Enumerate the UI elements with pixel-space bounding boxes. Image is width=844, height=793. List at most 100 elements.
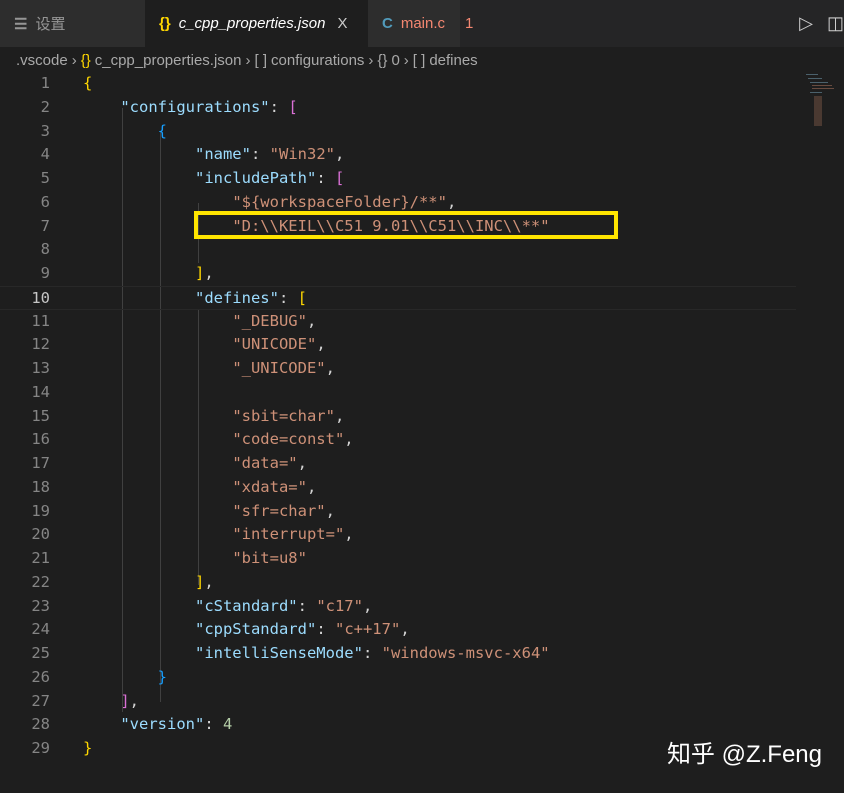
run-icon[interactable]: ▷ xyxy=(799,13,813,34)
code-line[interactable]: 9 ], xyxy=(0,262,796,286)
code-line[interactable]: 12 "UNICODE", xyxy=(0,333,796,357)
code-line[interactable]: 20 "interrupt=", xyxy=(0,523,796,547)
object-icon: {} xyxy=(377,51,388,69)
line-number: 11 xyxy=(31,311,50,330)
code-line[interactable]: 11 "_DEBUG", xyxy=(0,310,796,334)
line-number: 27 xyxy=(31,691,50,710)
code-token: , xyxy=(204,264,214,282)
line-number: 3 xyxy=(40,121,50,140)
code-line[interactable]: 8 xyxy=(0,238,796,262)
code-token: , xyxy=(344,525,354,544)
breadcrumb-configurations[interactable]: configurations xyxy=(271,52,364,69)
editor-actions: ▷ ◫ xyxy=(799,0,844,47)
code-token: : xyxy=(362,644,382,662)
line-number: 19 xyxy=(31,501,50,520)
line-number: 23 xyxy=(31,596,50,615)
code-line[interactable]: 25 "intelliSenseMode": "windows-msvc-x64… xyxy=(0,642,796,666)
line-number: 9 xyxy=(40,264,50,282)
code-token: [ xyxy=(334,169,345,187)
code-line[interactable]: 2 "configurations": [ xyxy=(0,96,796,120)
line-number: 25 xyxy=(31,644,50,662)
json-braces-icon: {} xyxy=(159,15,171,32)
code-token: ] xyxy=(120,691,130,710)
code-text: "bit=u8" xyxy=(83,547,307,571)
code-line[interactable]: 17 "data=", xyxy=(0,452,796,476)
code-line[interactable]: 13 "_UNICODE", xyxy=(0,357,796,381)
split-editor-icon[interactable]: ◫ xyxy=(827,13,844,34)
line-number: 5 xyxy=(40,169,50,187)
code-line[interactable]: 4 "name": "Win32", xyxy=(0,143,796,167)
code-line[interactable]: 1{ xyxy=(0,72,796,96)
code-token: , xyxy=(325,501,335,520)
code-token: ] xyxy=(194,264,205,282)
code-text: ], xyxy=(83,262,214,286)
code-line[interactable]: 21 "bit=u8" xyxy=(0,547,796,571)
c-file-icon: C xyxy=(382,15,393,32)
code-token: : xyxy=(316,620,335,639)
code-token: , xyxy=(316,335,326,354)
tab-main-c[interactable]: C main.c 1 xyxy=(368,0,473,47)
code-line[interactable]: 18 "xdata=", xyxy=(0,476,796,500)
line-number: 20 xyxy=(31,525,50,544)
code-token: : xyxy=(316,169,335,187)
code-line[interactable]: 22 ], xyxy=(0,571,796,595)
code-text: "version": 4 xyxy=(83,713,232,737)
highlight-box xyxy=(194,211,618,239)
code-line[interactable]: 23 "cStandard": "c17", xyxy=(0,595,796,619)
line-number: 2 xyxy=(40,97,50,116)
code-token: , xyxy=(204,572,214,591)
code-editor[interactable]: 1{2 "configurations": [3 {4 "name": "Win… xyxy=(0,72,844,793)
code-text: "name": "Win32", xyxy=(83,143,344,167)
close-icon[interactable]: X xyxy=(337,15,347,32)
code-token: "cStandard" xyxy=(194,596,298,615)
breadcrumb-defines[interactable]: defines xyxy=(429,52,477,69)
tab-settings[interactable]: ☰ 设置 xyxy=(0,0,145,47)
breadcrumb-vscode[interactable]: .vscode xyxy=(16,52,68,69)
code-line[interactable]: 15 "sbit=char", xyxy=(0,405,796,429)
code-token: "_UNICODE" xyxy=(232,359,326,377)
code-token: 4 xyxy=(223,715,233,734)
code-text: "includePath": [ xyxy=(83,167,344,191)
breadcrumb-file[interactable]: c_cpp_properties.json xyxy=(95,52,242,69)
code-line[interactable]: 14 xyxy=(0,381,796,405)
code-text: "data=", xyxy=(83,452,307,476)
code-line[interactable]: 5 "includePath": [ xyxy=(0,167,796,191)
code-line[interactable]: 19 "sfr=char", xyxy=(0,500,796,524)
code-line[interactable]: 16 "code=const", xyxy=(0,428,796,452)
watermark: 知乎 @Z.Feng xyxy=(666,741,822,768)
code-token: [ xyxy=(297,288,307,307)
code-token: "interrupt=" xyxy=(232,525,345,544)
code-line[interactable]: 10 "defines": [ xyxy=(0,285,796,310)
line-number: 12 xyxy=(31,335,50,354)
code-token: , xyxy=(129,691,140,710)
minimap[interactable] xyxy=(798,72,836,132)
json-braces-icon: {} xyxy=(80,51,91,69)
line-number: 24 xyxy=(31,620,50,639)
code-line[interactable]: 3 { xyxy=(0,120,796,144)
settings-lines-icon: ☰ xyxy=(14,15,28,33)
code-token: , xyxy=(334,406,345,425)
line-number: 10 xyxy=(31,288,50,307)
code-text: ], xyxy=(83,571,214,595)
array-icon: [ ] xyxy=(412,51,426,69)
code-line[interactable]: 27 ], xyxy=(0,690,796,714)
line-number: 4 xyxy=(40,145,50,164)
code-line[interactable]: 24 "cppStandard": "c++17", xyxy=(0,618,796,642)
tab-c-cpp-properties[interactable]: {} c_cpp_properties.json X xyxy=(145,0,368,47)
code-line[interactable]: 26 } xyxy=(0,666,796,690)
code-token: "defines" xyxy=(194,288,279,307)
tab-label: c_cpp_properties.json xyxy=(178,15,326,32)
breadcrumb-0[interactable]: 0 xyxy=(391,52,399,69)
tab-bar: ☰ 设置 {} c_cpp_properties.json X C main.c… xyxy=(0,0,844,47)
code-token: : xyxy=(278,288,298,307)
